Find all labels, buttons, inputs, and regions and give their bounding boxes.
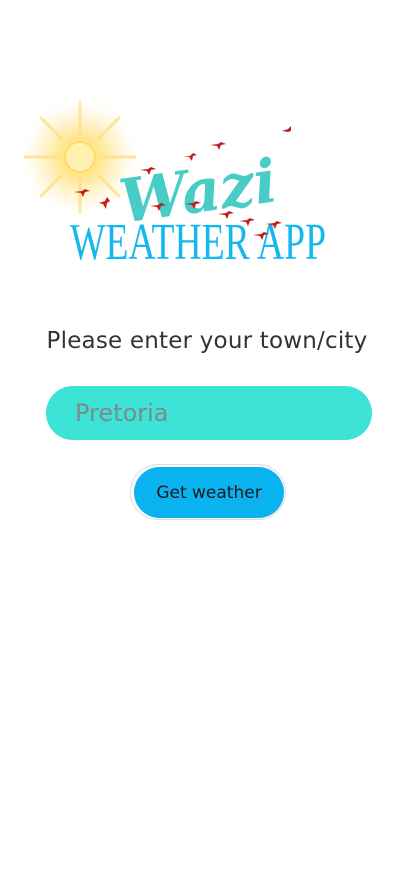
weather-app-screen: Wazi WEATHER APP Please enter your town/…: [0, 0, 414, 896]
logo-title-text: WEATHER APP: [70, 214, 326, 270]
city-prompt-label: Please enter your town/city: [46, 328, 368, 354]
app-logo: Wazi WEATHER APP: [0, 100, 414, 270]
city-input[interactable]: [46, 386, 372, 440]
get-weather-button[interactable]: Get weather: [134, 467, 284, 518]
